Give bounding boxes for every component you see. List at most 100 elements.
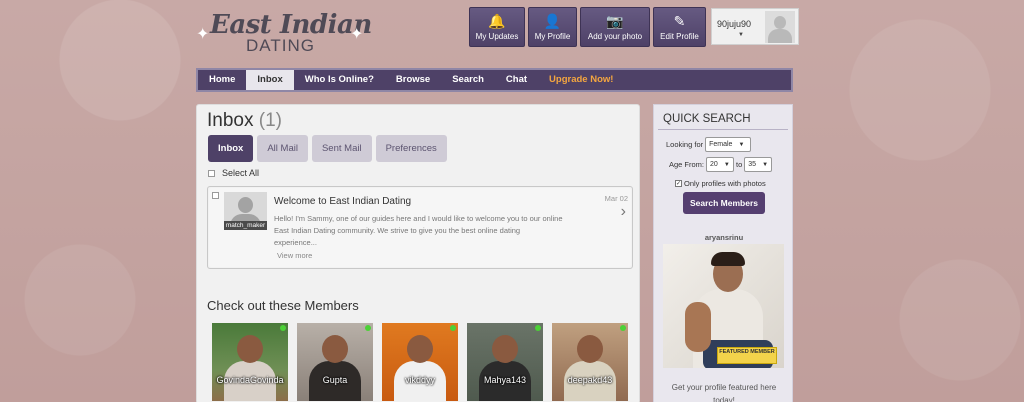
avatar-head-shape <box>774 16 786 29</box>
sender-avatar-head <box>238 197 253 213</box>
view-more-link[interactable]: View more <box>277 251 312 260</box>
chevron-down-icon: ▼ <box>762 161 769 168</box>
page: ✦ East Indian DATING ✦ 🔔 My Updates 👤 My… <box>196 0 799 402</box>
looking-for-value: Female <box>709 141 733 148</box>
sender-name: match_maker <box>224 221 267 230</box>
featured-member-name[interactable]: aryansrinu <box>654 233 794 242</box>
photos-only-label: Only profiles with photos <box>684 179 766 188</box>
logo-text-sub: DATING <box>246 36 315 55</box>
site-logo[interactable]: ✦ East Indian DATING ✦ <box>196 8 376 58</box>
my-profile-label: My Profile <box>534 32 571 41</box>
age-to-value: 35 <box>748 161 757 168</box>
message-date: Mar 02 <box>604 194 628 203</box>
member-photo-face <box>237 335 263 363</box>
my-profile-button[interactable]: 👤 My Profile <box>528 7 577 47</box>
bell-icon: 🔔 <box>488 13 506 29</box>
age-from-value: 20 <box>710 161 718 168</box>
nav-search[interactable]: Search <box>441 70 495 90</box>
member-card[interactable]: GovindaGovinda <box>212 323 288 401</box>
logo-ornament-left-icon: ✦ <box>196 26 210 43</box>
nav-upgrade[interactable]: Upgrade Now! <box>538 70 624 90</box>
looking-for-row: Looking for Female ▼ <box>666 137 752 152</box>
chevron-down-icon: ▼ <box>738 32 744 38</box>
member-card[interactable]: Gupta <box>297 323 373 401</box>
quick-search-panel: QUICK SEARCH Looking for Female ▼ Age Fr… <box>653 104 793 402</box>
inbox-title-text: Inbox <box>207 110 254 131</box>
edit-profile-label: Edit Profile <box>660 32 699 41</box>
age-to-label: to <box>736 160 743 169</box>
chevron-down-icon: ▼ <box>723 161 730 168</box>
tab-all-mail[interactable]: All Mail <box>257 135 308 162</box>
age-to-select[interactable]: 35 ▼ <box>744 157 773 172</box>
members-list: GovindaGovinda Gupta vikddyy Mahya143 de… <box>212 323 628 401</box>
member-name: deepakd43 <box>567 375 613 385</box>
select-all-label: Select All <box>222 168 260 178</box>
select-all-checkbox[interactable] <box>208 169 215 177</box>
chevron-right-icon[interactable]: › <box>621 203 626 221</box>
message-subject[interactable]: Welcome to East Indian Dating <box>274 196 411 207</box>
member-photo-face <box>322 335 348 363</box>
inbox-panel: Inbox (1) Inbox All Mail Sent Mail Prefe… <box>196 104 640 402</box>
online-indicator-icon <box>365 325 371 331</box>
featured-member-photo[interactable]: FEATURED MEMBER <box>663 244 784 368</box>
person-icon: 👤 <box>543 13 562 29</box>
inbox-count: (1) <box>258 110 282 131</box>
message-checkbox[interactable] <box>212 192 219 199</box>
nav-browse[interactable]: Browse <box>385 70 441 90</box>
tab-preferences[interactable]: Preferences <box>375 135 447 162</box>
featured-photo-hair <box>711 252 745 266</box>
member-name: Gupta <box>322 375 348 385</box>
sender-avatar: match_maker <box>224 192 267 230</box>
message-item[interactable]: match_maker Welcome to East Indian Datin… <box>207 186 633 269</box>
online-indicator-icon <box>280 325 286 331</box>
online-indicator-icon <box>450 325 456 331</box>
top-action-bar: 🔔 My Updates 👤 My Profile 📷 Add your pho… <box>469 7 799 47</box>
tab-sent-mail[interactable]: Sent Mail <box>311 135 372 162</box>
photos-only-row: ✓ Only profiles with photos <box>675 179 766 188</box>
mail-tabs: Inbox All Mail Sent Mail Preferences <box>208 135 447 162</box>
tab-inbox[interactable]: Inbox <box>208 135 254 162</box>
nav-chat[interactable]: Chat <box>495 70 538 90</box>
member-name: vikddyy <box>404 375 435 385</box>
looking-for-label: Looking for <box>666 140 704 149</box>
message-preview: Hello! I'm Sammy, one of our guides here… <box>274 214 563 247</box>
looking-for-select[interactable]: Female ▼ <box>705 137 752 152</box>
featured-photo-arm <box>685 302 711 352</box>
member-photo-face <box>492 335 518 363</box>
member-card[interactable]: vikddyy <box>382 323 458 401</box>
add-photo-label: Add your photo <box>587 32 643 41</box>
featured-cta-link[interactable]: Get your profile featured here today! <box>660 381 788 402</box>
age-row: Age From: 20 ▼ to 35 ▼ <box>669 157 773 172</box>
photos-only-checkbox[interactable]: ✓ <box>675 180 682 187</box>
pencil-icon: ✎ <box>673 13 686 29</box>
members-section-title: Check out these Members <box>207 298 359 313</box>
chevron-down-icon: ▼ <box>738 141 745 148</box>
main-nav: Home Inbox Who Is Online? Browse Search … <box>196 68 793 92</box>
add-photo-button[interactable]: 📷 Add your photo <box>580 7 650 47</box>
my-updates-button[interactable]: 🔔 My Updates <box>469 7 525 47</box>
member-name: Mahya143 <box>483 375 527 385</box>
avatar-body-shape <box>768 29 792 43</box>
search-members-button[interactable]: Search Members <box>683 192 765 214</box>
my-updates-label: My Updates <box>475 32 519 41</box>
nav-home[interactable]: Home <box>198 70 246 90</box>
online-indicator-icon <box>535 325 541 331</box>
member-name: GovindaGovinda <box>216 375 284 385</box>
age-from-label: Age From: <box>669 160 705 169</box>
select-all[interactable]: Select All <box>208 168 259 178</box>
edit-profile-button[interactable]: ✎ Edit Profile <box>653 7 706 47</box>
username: 90juju90 <box>717 19 752 29</box>
user-menu[interactable]: 90juju90 ▼ <box>711 8 799 45</box>
member-card[interactable]: Mahya143 <box>467 323 543 401</box>
camera-icon: 📷 <box>606 13 624 29</box>
member-photo-face <box>407 335 433 363</box>
user-avatar <box>765 11 795 43</box>
featured-member-badge: FEATURED MEMBER <box>717 347 777 364</box>
nav-who-is-online[interactable]: Who Is Online? <box>294 70 385 90</box>
page-title: Inbox (1) <box>207 110 282 132</box>
age-from-select[interactable]: 20 ▼ <box>706 157 735 172</box>
nav-inbox[interactable]: Inbox <box>246 70 294 90</box>
logo-ornament-right-icon: ✦ <box>350 26 364 43</box>
online-indicator-icon <box>620 325 626 331</box>
member-card[interactable]: deepakd43 <box>552 323 628 401</box>
